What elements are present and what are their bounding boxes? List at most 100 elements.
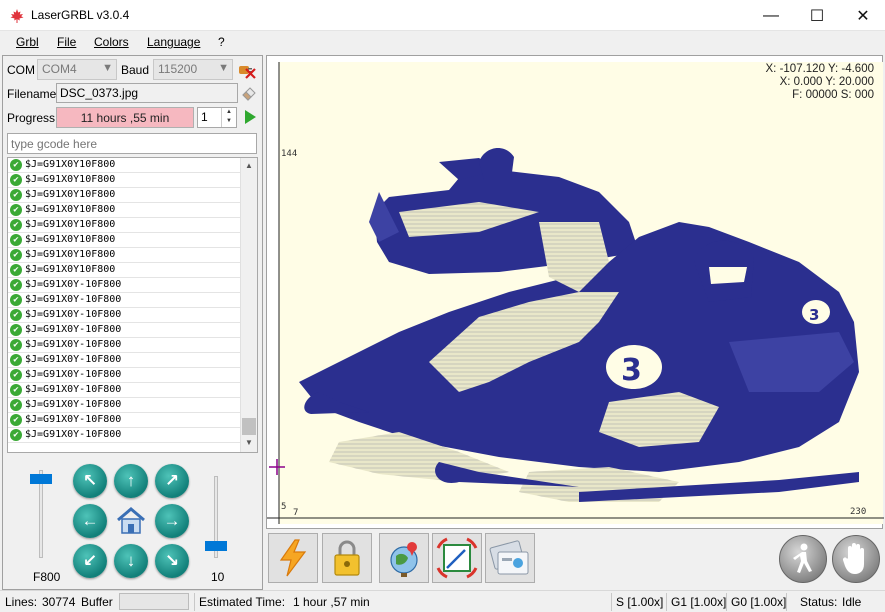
stepper-arrows[interactable]: ▲ ▼ <box>221 108 236 127</box>
jog-down-left-button[interactable]: ↙ <box>73 544 107 578</box>
gcode-command-text: $J=G91X0Y-10F800 <box>25 294 122 305</box>
jog-right-button[interactable]: → <box>155 504 189 538</box>
go-home-button[interactable] <box>379 533 429 583</box>
status-bar: Lines: 30774 Buffer Estimated Time: 1 ho… <box>0 590 885 612</box>
y-max-label: 144 <box>281 149 298 159</box>
gcode-log-row: ✔ $J=G91X0Y10F800 <box>8 218 241 233</box>
check-ok-icon: ✔ <box>10 324 22 336</box>
arrow-up-icon: ↑ <box>126 471 136 490</box>
abort-button[interactable] <box>832 535 880 583</box>
jog-step-label: 10 <box>211 570 225 584</box>
gcode-command-text: $J=G91X0Y-10F800 <box>25 399 122 410</box>
maple-leaf-icon <box>10 9 24 23</box>
check-ok-icon: ✔ <box>10 339 22 351</box>
chevron-down-icon: ▼ <box>218 62 229 74</box>
check-ok-icon: ✔ <box>10 174 22 186</box>
gcode-log-row: ✔ $J=G91X0Y10F800 <box>8 158 241 173</box>
maximize-icon: ☐ <box>809 7 825 25</box>
menu-help[interactable]: ? <box>218 35 225 49</box>
progress-label: Progress <box>7 111 56 125</box>
gcode-log-lines: ✔ $J=G91X0Y10F800 ✔ $J=G91X0Y10F800 ✔ $J=G91X… <box>8 158 257 443</box>
lightning-icon <box>279 539 307 577</box>
jog-left-button[interactable]: ← <box>73 504 107 538</box>
menu-grbl[interactable]: Grbl <box>16 35 39 49</box>
plug-disconnect-icon[interactable] <box>237 60 257 80</box>
gcode-log-row: ✔ $J=G91X0Y-10F800 <box>8 368 241 383</box>
coordinate-readout: X: -107.120 Y: -4.600 X: 0.000 Y: 20.000… <box>766 63 874 102</box>
check-ok-icon: ✔ <box>10 219 22 231</box>
chevron-down-icon: ▼ <box>102 62 113 74</box>
resume-button[interactable] <box>779 535 827 583</box>
check-ok-icon: ✔ <box>10 189 22 201</box>
unlock-button[interactable] <box>322 533 372 583</box>
gcode-command-text: $J=G91X0Y10F800 <box>25 249 116 260</box>
jog-step-thumb[interactable] <box>205 541 227 551</box>
check-ok-icon: ✔ <box>10 354 22 366</box>
frame-corners-icon <box>436 537 478 579</box>
menu-file[interactable]: File <box>57 35 76 49</box>
check-ok-icon: ✔ <box>10 294 22 306</box>
gcode-command-input[interactable] <box>7 133 257 154</box>
gcode-command-text: $J=G91X0Y10F800 <box>25 174 116 185</box>
scroll-down-icon[interactable]: ▼ <box>241 435 257 451</box>
check-ok-icon: ✔ <box>10 279 22 291</box>
jog-down-button[interactable]: ↓ <box>114 544 148 578</box>
jog-down-right-button[interactable]: ↘ <box>155 544 189 578</box>
jog-up-left-button[interactable]: ↖ <box>73 464 107 498</box>
frame-button[interactable] <box>432 533 482 583</box>
play-icon[interactable] <box>243 109 257 125</box>
y-min-label: 5 <box>281 502 287 512</box>
gcode-command-text: $J=G91X0Y-10F800 <box>25 369 122 380</box>
gcode-log-row: ✔ $J=G91X0Y-10F800 <box>8 308 241 323</box>
jog-up-right-button[interactable]: ↗ <box>155 464 189 498</box>
jog-step-slider[interactable] <box>205 476 227 558</box>
menu-language[interactable]: Language <box>147 35 200 49</box>
jog-speed-thumb[interactable] <box>30 474 52 484</box>
gcode-command-text: $J=G91X0Y-10F800 <box>25 309 122 320</box>
title-bar: LaserGRBL v3.0.4 — ☐ ✕ <box>0 0 885 31</box>
jog-speed-slider[interactable] <box>30 470 52 558</box>
gcode-command-text: $J=G91X0Y10F800 <box>25 204 116 215</box>
baud-rate-select[interactable]: 115200 ▼ <box>153 59 233 80</box>
gcode-command-text: $J=G91X0Y-10F800 <box>25 279 122 290</box>
close-button[interactable]: ✕ <box>840 0 885 31</box>
com-port-select[interactable]: COM4 ▼ <box>37 59 117 80</box>
maximize-button[interactable]: ☐ <box>794 0 840 31</box>
scroll-thumb[interactable] <box>242 418 256 435</box>
import-image-button[interactable] <box>485 533 535 583</box>
status-label: Status: <box>800 595 838 609</box>
scroll-up-icon[interactable]: ▲ <box>241 158 257 174</box>
gcode-command-text: $J=G91X0Y-10F800 <box>25 384 122 395</box>
walking-man-icon <box>793 543 812 573</box>
gcode-log-row: ✔ $J=G91X0Y10F800 <box>8 233 241 248</box>
reset-grbl-button[interactable] <box>268 533 318 583</box>
g0-override[interactable]: G0 [1.00x] <box>731 595 786 609</box>
arrow-down-left-icon: ↙ <box>82 551 98 570</box>
log-scrollbar[interactable]: ▲ ▼ <box>240 158 257 452</box>
status-value: Idle <box>842 595 862 609</box>
gcode-command-text: $J=G91X0Y10F800 <box>25 264 116 275</box>
gcode-log-row: ✔ $J=G91X0Y10F800 <box>8 173 241 188</box>
lines-label: Lines: <box>5 595 38 609</box>
menu-colors[interactable]: Colors <box>94 35 129 49</box>
globe-pin-icon <box>390 542 418 577</box>
check-ok-icon: ✔ <box>10 309 22 321</box>
g1-override[interactable]: G1 [1.00x] <box>671 595 726 609</box>
buffer-meter <box>119 593 189 610</box>
gcode-command-text: $J=G91X0Y-10F800 <box>25 429 122 440</box>
gcode-command-text: $J=G91X0Y10F800 <box>25 234 116 245</box>
buffer-label: Buffer <box>81 595 113 609</box>
spindle-override[interactable]: S [1.00x] <box>616 595 663 609</box>
preview-area[interactable]: 3 3 X: -107.120 Y: -4.600 X: 0.000 Y: 20… <box>266 55 884 529</box>
check-ok-icon: ✔ <box>10 399 22 411</box>
gcode-log-row: ✔ $J=G91X0Y10F800 <box>8 188 241 203</box>
home-button[interactable] <box>114 504 148 538</box>
eraser-icon[interactable] <box>240 84 258 102</box>
minimize-button[interactable]: — <box>748 0 794 31</box>
jog-up-button[interactable]: ↑ <box>114 464 148 498</box>
gcode-log-row: ✔ $J=G91X0Y-10F800 <box>8 338 241 353</box>
passes-stepper[interactable]: 1 ▲ ▼ <box>197 107 237 128</box>
check-ok-icon: ✔ <box>10 414 22 426</box>
estimated-time-label: Estimated Time: <box>199 595 286 609</box>
gcode-log-list[interactable]: ✔ $J=G91X0Y10F800 ✔ $J=G91X0Y10F800 ✔ $J=G91X… <box>7 157 258 453</box>
